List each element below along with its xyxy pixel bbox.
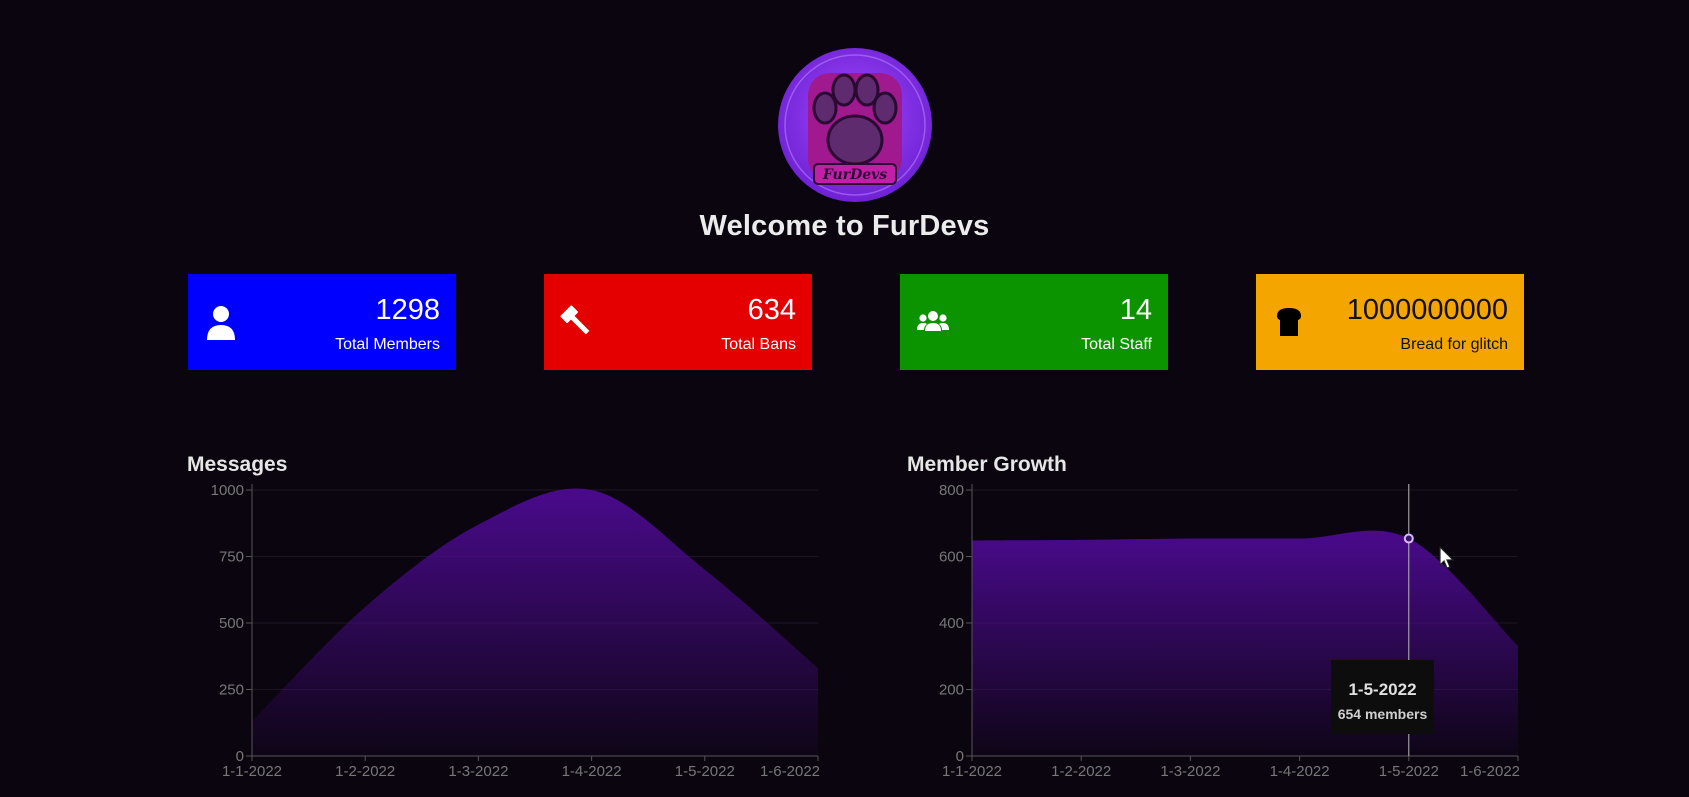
y-tick-label: 600 [939,549,964,566]
stat-label: Total Staff [1081,336,1152,353]
messages-chart[interactable]: 025050075010001-1-2022 1-2-2022 1-3-2022 1-… [200,478,820,784]
x-tick-label: 1-4-2022 [562,763,622,780]
y-tick-label: 800 [939,482,964,499]
stat-label: Bread for glitch [1400,336,1508,353]
x-tick-label: 1-5-2022 [675,763,735,780]
stat-card-total-bans: 634 Total Bans [544,274,812,370]
area-series [252,488,818,756]
x-tick-label: 1-6-2022 [760,763,820,780]
x-tick-label: 1-5-2022 [1379,763,1439,780]
y-tick-label: 250 [219,682,244,699]
member-growth-chart[interactable]: 02004006008001-1-2022 1-2-2022 1-3-2022 1-4… [920,478,1520,784]
tooltip-date: 1-5-2022 [1348,680,1417,699]
stat-card-total-members: 1298 Total Members [188,274,456,370]
stat-value: 1000000000 [1346,294,1508,326]
stat-card-bread-for-glitch: 1000000000 Bread for glitch [1256,274,1524,370]
mouse-cursor-icon [1439,546,1455,569]
y-tick-label: 1000 [211,482,244,499]
stat-value: 634 [747,294,796,326]
messages-chart-title: Messages [187,453,288,476]
svg-text:FurDevs: FurDevs [822,167,887,183]
bread-icon [1272,304,1306,340]
hover-point[interactable] [1403,533,1414,544]
x-tick-label: 1-6-2022 [1460,763,1520,780]
chart-tooltip: 1-5-2022 654 members [1331,660,1434,734]
tooltip-value: 654 members [1337,706,1428,722]
stat-label: Total Bans [721,336,796,353]
dashboard-page: FurDevs Welcome to FurDevs 1298 Total Me… [0,0,1689,797]
x-tick-label: 1-1-2022 [222,763,282,780]
y-tick-label: 500 [219,615,244,632]
stat-label: Total Members [335,336,440,353]
x-tick-label: 1-4-2022 [1270,763,1330,780]
user-icon [204,304,238,340]
member-growth-chart-title: Member Growth [907,453,1067,476]
y-tick-label: 200 [939,682,964,699]
x-tick-label: 1-2-2022 [1051,763,1111,780]
area-series [972,530,1518,756]
stat-value: 1298 [375,294,440,326]
x-tick-label: 1-3-2022 [1160,763,1220,780]
y-tick-label: 750 [219,549,244,566]
users-group-icon [916,304,950,340]
furdevs-logo: FurDevs [778,48,932,202]
x-tick-label: 1-3-2022 [448,763,508,780]
stat-value: 14 [1119,294,1152,326]
gavel-icon [560,304,594,340]
welcome-heading: Welcome to FurDevs [699,210,990,242]
x-tick-label: 1-2-2022 [335,763,395,780]
y-tick-label: 400 [939,615,964,632]
x-tick-label: 1-1-2022 [942,763,1002,780]
stat-card-total-staff: 14 Total Staff [900,274,1168,370]
